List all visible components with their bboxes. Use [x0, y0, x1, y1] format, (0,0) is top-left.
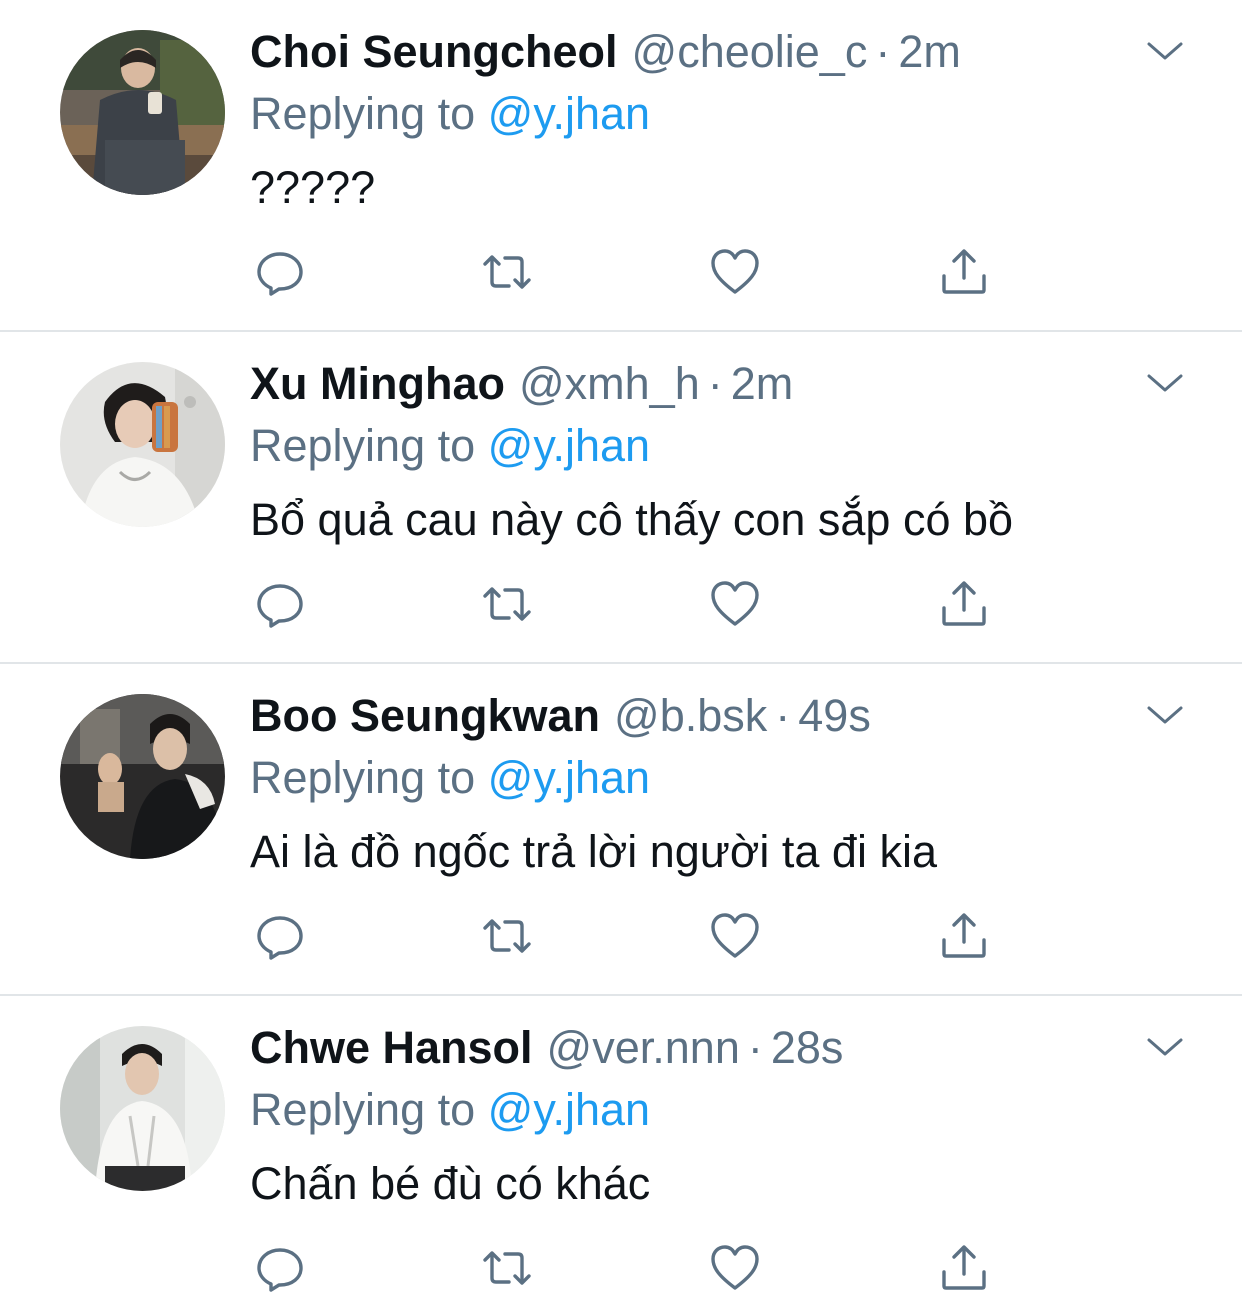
user-handle[interactable]: @ver.nnn: [547, 1022, 740, 1074]
share-icon[interactable]: [938, 578, 990, 630]
tweet-text: Chấn bé đù có khác: [250, 1158, 651, 1209]
tweet-text: Ai là đồ ngốc trả lời người ta đi kia: [250, 826, 937, 877]
retweet-icon[interactable]: [481, 1242, 533, 1294]
separator-dot: ·: [707, 358, 723, 409]
timestamp[interactable]: 28s: [771, 1022, 844, 1074]
separator-dot: ·: [875, 26, 891, 77]
tweet-card[interactable]: Chwe Hansol @ver.nnn · 28s Replying to @…: [0, 996, 1242, 1307]
timestamp[interactable]: 2m: [898, 26, 961, 78]
share-icon[interactable]: [938, 1242, 990, 1294]
reply-feed: Choi Seungcheol @cheolie_c · 2m Replying…: [0, 0, 1242, 1307]
share-icon[interactable]: [938, 246, 990, 298]
replying-to-label: Replying to: [250, 752, 476, 803]
tweet-actions: [0, 578, 1242, 630]
avatar[interactable]: [60, 362, 225, 527]
tweet-actions: [0, 246, 1242, 298]
retweet-icon[interactable]: [481, 246, 533, 298]
display-name[interactable]: Boo Seungkwan: [250, 690, 600, 742]
replying-to-line: Replying to @y.jhan: [250, 420, 650, 472]
replying-to-line: Replying to @y.jhan: [250, 752, 650, 804]
mention-link[interactable]: @y.jhan: [488, 1084, 650, 1135]
chevron-down-icon[interactable]: [1145, 36, 1185, 64]
mention-link[interactable]: @y.jhan: [488, 88, 650, 139]
chevron-down-icon[interactable]: [1145, 700, 1185, 728]
mention-link[interactable]: @y.jhan: [488, 420, 650, 471]
mention-link[interactable]: @y.jhan: [488, 752, 650, 803]
display-name[interactable]: Choi Seungcheol: [250, 26, 618, 78]
retweet-icon[interactable]: [481, 910, 533, 962]
avatar[interactable]: [60, 30, 225, 195]
user-handle[interactable]: @xmh_h: [519, 358, 700, 410]
chevron-down-icon[interactable]: [1145, 1032, 1185, 1060]
replying-to-label: Replying to: [250, 420, 476, 471]
user-handle[interactable]: @cheolie_c: [632, 26, 868, 78]
share-icon[interactable]: [938, 910, 990, 962]
tweet-card[interactable]: Xu Minghao @xmh_h · 2m Replying to @y.jh…: [0, 332, 1242, 664]
replying-to-label: Replying to: [250, 88, 476, 139]
heart-icon[interactable]: [709, 910, 761, 962]
speech-bubble-icon[interactable]: [254, 1242, 306, 1294]
replying-to-line: Replying to @y.jhan: [250, 88, 650, 140]
tweet-text: Bổ quả cau này cô thấy con sắp có bồ: [250, 494, 1014, 545]
heart-icon[interactable]: [709, 1242, 761, 1294]
timestamp[interactable]: 49s: [798, 690, 871, 742]
replying-to-label: Replying to: [250, 1084, 476, 1135]
timestamp[interactable]: 2m: [731, 358, 794, 410]
user-handle[interactable]: @b.bsk: [614, 690, 767, 742]
avatar[interactable]: [60, 1026, 225, 1191]
tweet-header: Choi Seungcheol @cheolie_c · 2m: [250, 26, 961, 78]
tweet-actions: [0, 910, 1242, 962]
avatar[interactable]: [60, 694, 225, 859]
tweet-text: ?????: [250, 162, 376, 213]
heart-icon[interactable]: [709, 246, 761, 298]
display-name[interactable]: Xu Minghao: [250, 358, 505, 410]
tweet-card[interactable]: Boo Seungkwan @b.bsk · 49s Replying to @…: [0, 664, 1242, 996]
speech-bubble-icon[interactable]: [254, 578, 306, 630]
separator-dot: ·: [747, 1022, 763, 1073]
tweet-actions: [0, 1242, 1242, 1294]
tweet-header: Chwe Hansol @ver.nnn · 28s: [250, 1022, 843, 1074]
display-name[interactable]: Chwe Hansol: [250, 1022, 533, 1074]
tweet-header: Boo Seungkwan @b.bsk · 49s: [250, 690, 871, 742]
speech-bubble-icon[interactable]: [254, 910, 306, 962]
replying-to-line: Replying to @y.jhan: [250, 1084, 650, 1136]
speech-bubble-icon[interactable]: [254, 246, 306, 298]
heart-icon[interactable]: [709, 578, 761, 630]
chevron-down-icon[interactable]: [1145, 368, 1185, 396]
separator-dot: ·: [775, 690, 791, 741]
tweet-card[interactable]: Choi Seungcheol @cheolie_c · 2m Replying…: [0, 0, 1242, 332]
retweet-icon[interactable]: [481, 578, 533, 630]
tweet-header: Xu Minghao @xmh_h · 2m: [250, 358, 793, 410]
